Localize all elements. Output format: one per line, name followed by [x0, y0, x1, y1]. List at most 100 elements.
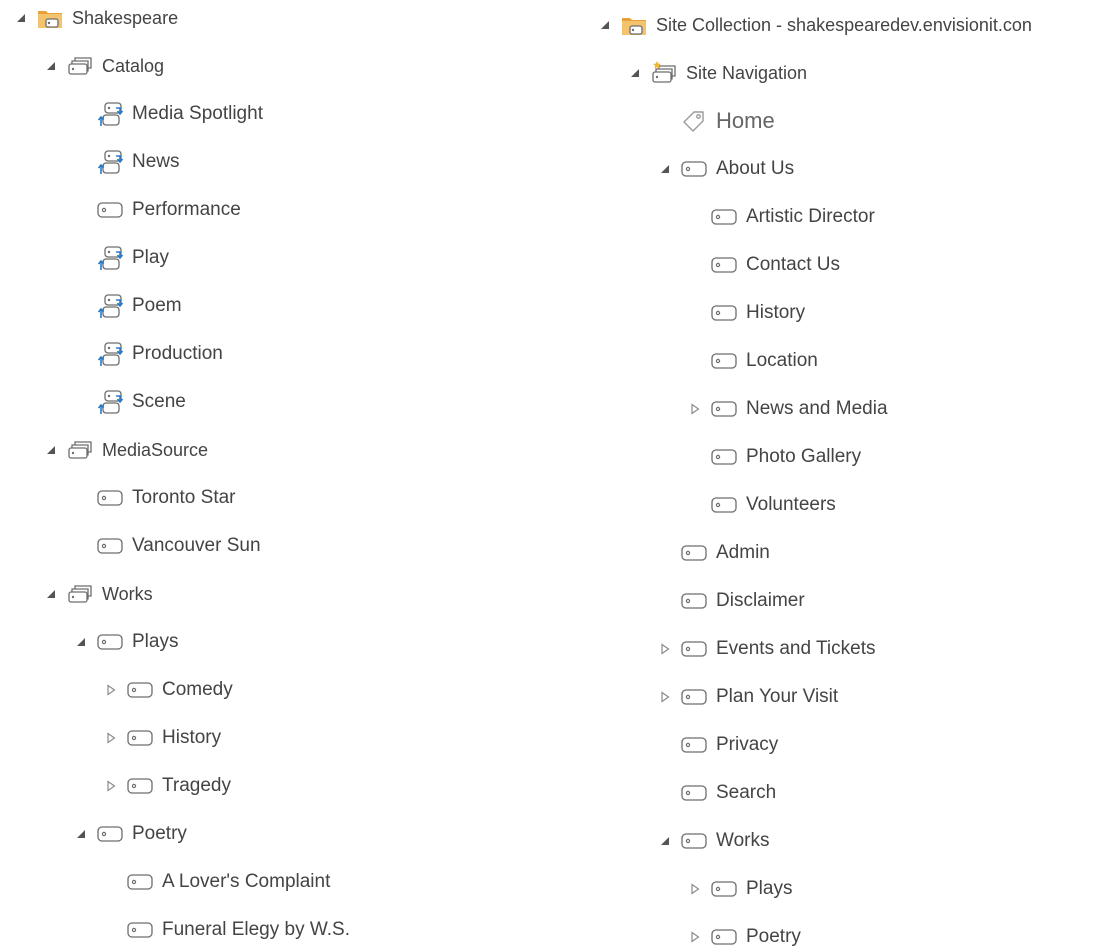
reused-term-icon — [96, 389, 126, 415]
collapsed-arrow-icon[interactable] — [688, 402, 702, 416]
tree-node-works[interactable]: Works — [44, 579, 153, 609]
collapsed-arrow-icon[interactable] — [104, 731, 118, 745]
expanded-arrow-icon[interactable] — [44, 59, 58, 73]
reused-term-icon — [96, 341, 126, 367]
tree-node-disclaimer[interactable]: Disclaimer — [658, 586, 805, 616]
tree-node-label: History — [162, 727, 222, 748]
expanded-arrow-icon[interactable] — [44, 443, 58, 457]
tree-node-poem[interactable]: Poem — [74, 291, 182, 321]
term-icon — [710, 444, 740, 470]
term-set-icon — [66, 53, 96, 79]
tree-node-photo-gallery[interactable]: Photo Gallery — [688, 442, 861, 472]
expanded-arrow-icon[interactable] — [14, 11, 28, 25]
tree-node-events-and-tickets[interactable]: Events and Tickets — [658, 634, 875, 664]
tree-node-toronto-star[interactable]: Toronto Star — [74, 483, 236, 513]
tree-node-poetry[interactable]: Poetry — [74, 819, 187, 849]
tree-node-label: Plan Your Visit — [716, 686, 839, 707]
tree-node-label: Funeral Elegy by W.S. — [162, 919, 350, 940]
tree-node-privacy[interactable]: Privacy — [658, 730, 778, 760]
tree-node-shakespeare[interactable]: Shakespeare — [14, 3, 178, 33]
term-icon — [680, 684, 710, 710]
navigation-term-set-icon — [650, 60, 680, 86]
tree-node-history[interactable]: History — [688, 298, 805, 328]
expanded-arrow-icon[interactable] — [598, 18, 612, 32]
collapsed-arrow-icon[interactable] — [688, 930, 702, 944]
expanded-arrow-icon[interactable] — [44, 587, 58, 601]
expanded-arrow-icon[interactable] — [628, 66, 642, 80]
term-icon — [710, 396, 740, 422]
tree-node-label: Production — [132, 343, 223, 364]
tree-node-vancouver-sun[interactable]: Vancouver Sun — [74, 531, 261, 561]
collapsed-arrow-icon[interactable] — [688, 882, 702, 896]
tree-node-mediasource[interactable]: MediaSource — [44, 435, 208, 465]
term-icon — [710, 300, 740, 326]
reused-term-icon — [96, 149, 126, 175]
term-icon — [710, 204, 740, 230]
tree-node-plan-your-visit[interactable]: Plan Your Visit — [658, 682, 838, 712]
tree-node-location[interactable]: Location — [688, 346, 818, 376]
tree-node-plays[interactable]: Plays — [74, 627, 178, 657]
tree-node-site-collection-shakespearedev-envisionit-con[interactable]: Site Collection - shakespearedev.envisio… — [598, 10, 1032, 40]
tree-node-scene[interactable]: Scene — [74, 387, 186, 417]
term-icon — [126, 869, 156, 895]
tree-node-label: News and Media — [746, 398, 888, 419]
term-icon — [96, 533, 126, 559]
tree-node-plays[interactable]: Plays — [688, 874, 792, 904]
tree-node-label: MediaSource — [102, 440, 209, 460]
tree-node-catalog[interactable]: Catalog — [44, 51, 164, 81]
tree-node-news-and-media[interactable]: News and Media — [688, 394, 888, 424]
tree-node-label: Works — [102, 584, 153, 604]
tree-node-contact-us[interactable]: Contact Us — [688, 250, 840, 280]
tree-node-label: Photo Gallery — [746, 446, 862, 467]
tree-node-label: Play — [132, 247, 169, 268]
tree-node-label: Events and Tickets — [716, 638, 876, 659]
term-icon — [96, 197, 126, 223]
tree-node-home[interactable]: Home — [658, 106, 775, 136]
tree-node-label: Search — [716, 782, 777, 803]
collapsed-arrow-icon[interactable] — [104, 779, 118, 793]
tree-node-a-lover-s-complaint[interactable]: A Lover's Complaint — [104, 867, 330, 897]
tree-node-artistic-director[interactable]: Artistic Director — [688, 202, 875, 232]
tree-node-label: Toronto Star — [132, 487, 236, 508]
tree-node-label: Poem — [132, 295, 182, 316]
term-icon — [710, 252, 740, 278]
tree-node-volunteers[interactable]: Volunteers — [688, 490, 836, 520]
expanded-arrow-icon[interactable] — [74, 827, 88, 841]
collapsed-arrow-icon[interactable] — [104, 683, 118, 697]
tree-node-history[interactable]: History — [104, 723, 221, 753]
tree-node-performance[interactable]: Performance — [74, 195, 241, 225]
tree-node-comedy[interactable]: Comedy — [104, 675, 233, 705]
expanded-arrow-icon[interactable] — [658, 834, 672, 848]
tree-node-label: Performance — [132, 199, 241, 220]
tree-node-label: Site Navigation — [686, 63, 808, 83]
tree-node-about-us[interactable]: About Us — [658, 154, 794, 184]
tree-node-production[interactable]: Production — [74, 339, 223, 369]
tree-node-label: Artistic Director — [746, 206, 875, 227]
term-set-icon — [66, 581, 96, 607]
term-icon — [126, 725, 156, 751]
tree-node-label: Contact Us — [746, 254, 840, 275]
tree-node-news[interactable]: News — [74, 147, 180, 177]
collapsed-arrow-icon[interactable] — [658, 690, 672, 704]
term-icon — [126, 773, 156, 799]
tree-node-label: About Us — [716, 158, 795, 179]
expanded-arrow-icon[interactable] — [74, 635, 88, 649]
term-icon — [680, 732, 710, 758]
tree-node-works[interactable]: Works — [658, 826, 769, 856]
tree-node-tragedy[interactable]: Tragedy — [104, 771, 231, 801]
term-icon — [710, 492, 740, 518]
tree-node-search[interactable]: Search — [658, 778, 776, 808]
home-tag-icon — [680, 108, 710, 134]
tree-node-label: Plays — [746, 878, 793, 899]
tree-node-site-navigation[interactable]: Site Navigation — [628, 58, 807, 88]
tree-node-label: Works — [716, 830, 770, 851]
tree-node-play[interactable]: Play — [74, 243, 169, 273]
tree-node-media-spotlight[interactable]: Media Spotlight — [74, 99, 263, 129]
tree-node-admin[interactable]: Admin — [658, 538, 770, 568]
expanded-arrow-icon[interactable] — [658, 162, 672, 176]
tree-node-label: Privacy — [716, 734, 779, 755]
term-icon — [96, 629, 126, 655]
collapsed-arrow-icon[interactable] — [658, 642, 672, 656]
tree-node-funeral-elegy-by-w-s[interactable]: Funeral Elegy by W.S. — [104, 915, 350, 945]
tree-node-label: Media Spotlight — [132, 103, 263, 124]
